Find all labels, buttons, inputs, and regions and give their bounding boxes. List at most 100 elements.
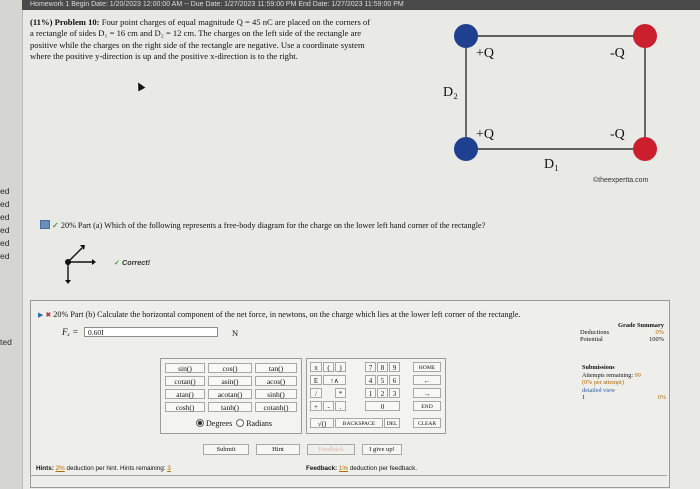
fn-cotanh-button[interactable]: cotanh() — [255, 402, 297, 412]
sidebar-status: ed — [0, 238, 10, 248]
degrees-label: Degrees — [206, 419, 233, 428]
label-pos-top: +Q — [476, 46, 494, 61]
image-credit: ©theexpertta.com — [593, 177, 649, 184]
label-d2: D₂ — [443, 85, 458, 100]
label-d1: D₁ — [544, 157, 559, 172]
problem-statement: (11%) Problem 10: Four point charges of … — [30, 17, 422, 63]
key-8[interactable]: 8 — [377, 362, 388, 372]
negative-charge-top-right — [633, 24, 657, 48]
sidebar-status: ed — [0, 212, 10, 222]
charge-rectangle-diagram: +Q -Q +Q -Q D₂ D₁ — [443, 24, 657, 172]
feedback-line: Feedback: 1% deduction per feedback. — [306, 465, 417, 472]
expand-arrow-icon[interactable]: ▶ — [38, 311, 43, 319]
key-left-arrow[interactable]: ← — [413, 375, 441, 385]
key-0[interactable]: 0 — [365, 401, 400, 411]
hints-text: deduction per hint. Hints remaining: — [66, 465, 166, 472]
sidebar-status: ed — [0, 186, 10, 196]
fn-cotan-button[interactable]: cotan() — [165, 376, 205, 386]
attempts-label: Attempts remaining: — [582, 371, 634, 379]
homework-page: ed ed ed ed ed ed ted Homework 1 Begin D… — [0, 0, 700, 489]
key-rparen[interactable]: ) — [335, 362, 346, 372]
degrees-radio[interactable] — [196, 419, 204, 427]
key-minus[interactable]: - — [323, 401, 334, 411]
fn-acotan-button[interactable]: acotan() — [208, 389, 252, 399]
negative-charge-bottom-right — [633, 137, 657, 161]
key-pi[interactable]: π — [310, 362, 322, 372]
key-6[interactable]: 6 — [389, 375, 400, 385]
grade-summary-title: Grade Summary — [618, 322, 664, 329]
sidebar-status: ed — [0, 225, 10, 235]
fn-asin-button[interactable]: asin() — [208, 376, 252, 386]
fn-sinh-button[interactable]: sinh() — [255, 389, 297, 399]
status-text: Correct! — [122, 258, 150, 267]
key-divide[interactable]: / — [310, 388, 322, 398]
key-5[interactable]: 5 — [377, 375, 388, 385]
sidebar-status: ed — [0, 251, 10, 261]
fn-acos-button[interactable]: acos() — [255, 376, 297, 386]
fn-cos-button[interactable]: cos() — [208, 363, 252, 373]
label-neg-top: -Q — [610, 46, 625, 61]
part-b-question: ▶ ✖ 20% Part (b) Calculate the horizontal … — [38, 310, 521, 319]
submission-index: 1 — [582, 394, 586, 402]
positive-charge-top-left — [454, 24, 478, 48]
angle-mode: Degrees Radians — [196, 419, 272, 428]
key-home[interactable]: HOME — [413, 362, 441, 372]
submissions-panel: Submissions Attempts remaining: 99 (0% p… — [582, 364, 666, 402]
key-7[interactable]: 7 — [365, 362, 376, 372]
feedback-label: Feedback: — [306, 465, 338, 472]
fn-atan-button[interactable]: atan() — [165, 389, 205, 399]
give-up-button[interactable]: I give up! — [362, 444, 402, 455]
answer-input[interactable]: 0.60I — [84, 327, 218, 337]
key-backspace[interactable]: BACKSPACE — [335, 418, 383, 428]
key-9[interactable]: 9 — [389, 362, 400, 372]
key-del[interactable]: DEL — [384, 418, 400, 428]
problem-line: Four point charges of equal magnitude Q … — [101, 17, 371, 27]
deductions-label: Deductions — [580, 329, 610, 336]
grade-summary: Grade Summary Deductions 0% Potential 100% — [580, 322, 664, 343]
feedback-deduction-pct: 1% — [338, 465, 349, 472]
force-label: Fₓ = — [62, 327, 79, 337]
part-icon — [40, 220, 50, 229]
potential-label: Potential — [580, 336, 603, 343]
label-pos-bottom: +Q — [476, 127, 494, 142]
key-right-arrow[interactable]: → — [413, 388, 441, 398]
problem-line: where the positive y-direction is up and… — [30, 51, 298, 62]
submission-value: 0% — [657, 394, 666, 402]
key-plus[interactable]: + — [310, 401, 322, 411]
radians-radio[interactable] — [236, 419, 245, 427]
submit-button[interactable]: Submit — [203, 444, 249, 455]
attempts-value: 99 — [634, 371, 641, 379]
key-power[interactable]: ↑∧ — [323, 375, 346, 385]
key-clear[interactable]: CLEAR — [413, 418, 441, 428]
key-e[interactable]: E — [310, 375, 322, 385]
deductions-value: 0% — [655, 329, 664, 336]
fn-tanh-button[interactable]: tanh() — [208, 402, 252, 412]
feedback-button[interactable]: Feedback — [307, 444, 355, 455]
hints-label: Hints: — [36, 465, 54, 472]
key-multiply[interactable]: * — [335, 388, 346, 398]
detailed-view-link[interactable]: detailed view — [582, 387, 666, 395]
part-a-status: ✓ Correct! — [114, 258, 150, 267]
key-end[interactable]: END — [413, 401, 441, 411]
part-a-text: 20% Part (a) Which of the following repr… — [60, 221, 486, 230]
fn-tan-button[interactable]: tan() — [255, 363, 297, 373]
key-2[interactable]: 2 — [377, 388, 388, 398]
per-attempt-text: (0% per attempt) — [582, 379, 624, 387]
key-3[interactable]: 3 — [389, 388, 400, 398]
fn-sin-button[interactable]: sin() — [165, 363, 205, 373]
key-1[interactable]: 1 — [365, 388, 376, 398]
hint-button[interactable]: Hint — [256, 444, 300, 455]
key-sqrt[interactable]: √() — [310, 418, 334, 428]
label-neg-bottom: -Q — [610, 127, 625, 142]
sidebar-status: ted — [0, 337, 12, 347]
key-dot[interactable]: . — [335, 401, 346, 411]
problem-line: a rectangle of sides D₁ = 16 cm and D₂ =… — [30, 28, 362, 39]
potential-value: 100% — [649, 336, 664, 343]
problem-line: positive while the charges on the right … — [30, 39, 365, 50]
fn-cosh-button[interactable]: cosh() — [165, 402, 205, 412]
hints-line: Hints: 2% deduction per hint. Hints rema… — [36, 465, 171, 472]
submissions-title: Submissions — [582, 364, 615, 371]
sidebar-status: ed — [0, 199, 10, 209]
key-4[interactable]: 4 — [365, 375, 376, 385]
key-lparen[interactable]: ( — [323, 362, 334, 372]
